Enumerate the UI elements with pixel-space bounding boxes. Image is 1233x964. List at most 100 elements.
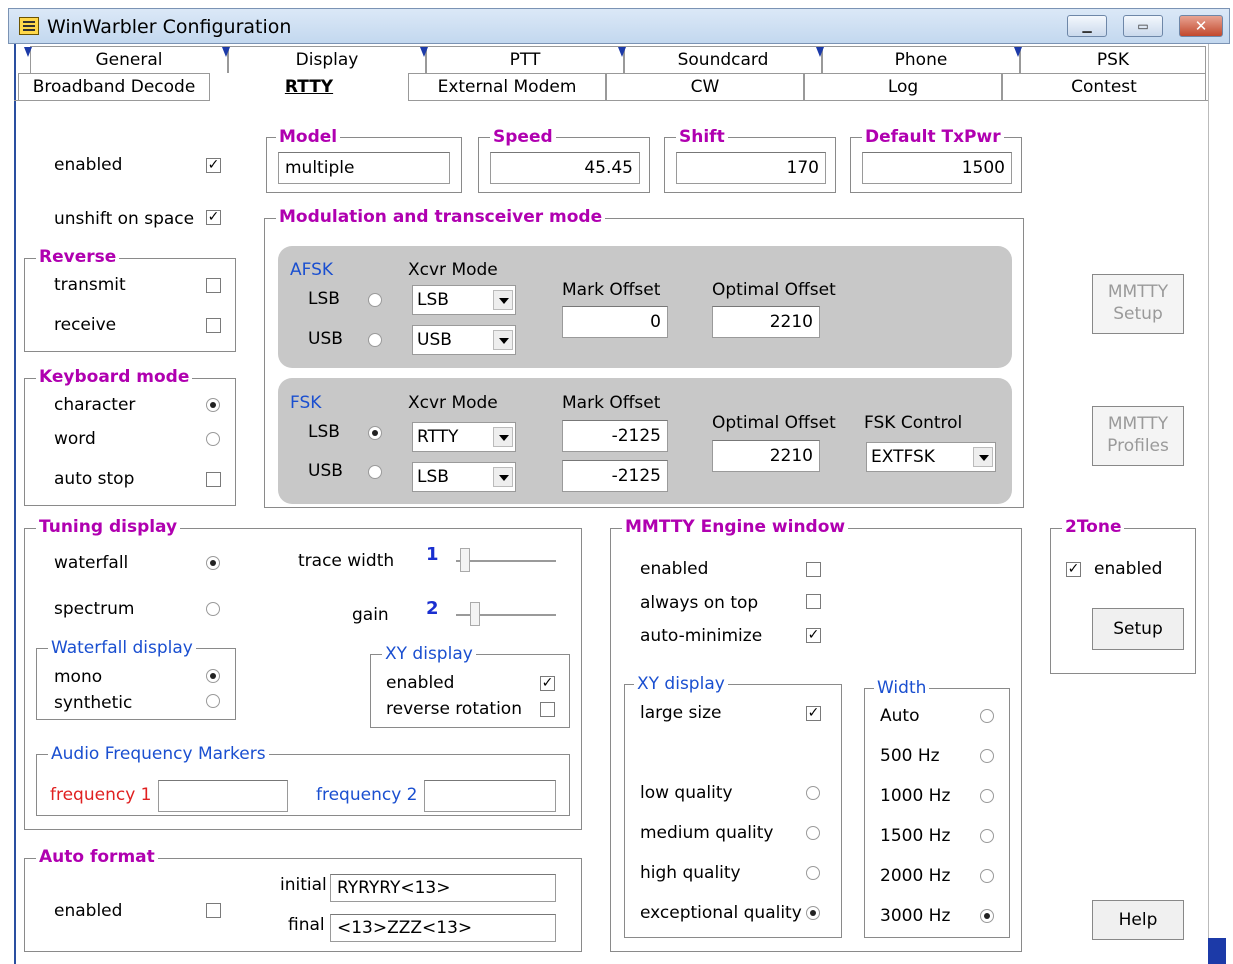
- auto-format-enabled-checkbox[interactable]: [206, 903, 221, 918]
- keyboard-mode-legend: Keyboard mode: [36, 367, 193, 387]
- shift-input[interactable]: 170: [676, 152, 826, 184]
- width-1000-label: 1000 Hz: [880, 786, 951, 806]
- afsk-mark-offset-input[interactable]: 0: [562, 306, 668, 338]
- afsk-usb-select[interactable]: USB: [412, 325, 516, 355]
- initial-input[interactable]: RYRYRY<13>: [330, 874, 556, 902]
- width-1500-radio[interactable]: [980, 829, 994, 843]
- mmtty-setup-line1: MMTTY: [1107, 282, 1169, 302]
- fsk-control-select[interactable]: EXTFSK: [866, 442, 996, 472]
- model-input[interactable]: multiple: [278, 152, 450, 184]
- tab-general[interactable]: General: [30, 46, 228, 73]
- chevron-down-icon[interactable]: [493, 330, 513, 350]
- character-radio[interactable]: [206, 398, 220, 412]
- always-on-top-checkbox[interactable]: [806, 594, 821, 609]
- auto-minimize-checkbox[interactable]: ✓: [806, 628, 821, 643]
- gain-slider[interactable]: [470, 602, 480, 626]
- auto-stop-label: auto stop: [54, 469, 135, 489]
- frequency-1-input[interactable]: [158, 780, 288, 812]
- speed-input[interactable]: 45.45: [490, 152, 640, 184]
- reverse-rotation-checkbox[interactable]: [540, 702, 555, 717]
- fsk-lsb-select[interactable]: RTTY: [412, 422, 516, 452]
- tab-phone[interactable]: Phone: [822, 46, 1020, 73]
- afsk-lsb-radio[interactable]: [368, 293, 382, 307]
- tab-log[interactable]: Log: [804, 73, 1002, 100]
- fsk-usb-select[interactable]: LSB: [412, 462, 516, 492]
- tab-ptt[interactable]: PTT: [426, 46, 624, 73]
- tab-external-modem[interactable]: External Modem: [408, 73, 606, 100]
- chevron-down-icon[interactable]: [493, 290, 513, 310]
- fsk-mark-offset-lsb-input[interactable]: -2125: [562, 420, 668, 452]
- afsk-lsb-select[interactable]: LSB: [412, 285, 516, 315]
- fsk-lsb-radio[interactable]: [368, 426, 382, 440]
- synthetic-label: synthetic: [54, 693, 133, 713]
- xy-enabled-checkbox[interactable]: ✓: [540, 676, 555, 691]
- large-size-label: large size: [640, 703, 722, 723]
- chevron-down-icon[interactable]: [493, 467, 513, 487]
- two-tone-enabled-checkbox[interactable]: ✓: [1066, 562, 1081, 577]
- tab-broadband-decode[interactable]: Broadband Decode: [18, 73, 210, 100]
- mono-radio[interactable]: [206, 669, 220, 683]
- tab-psk[interactable]: PSK: [1020, 46, 1206, 73]
- tab-cw[interactable]: CW: [606, 73, 804, 100]
- width-2000-radio[interactable]: [980, 869, 994, 883]
- waterfall-radio[interactable]: [206, 556, 220, 570]
- app-icon[interactable]: [19, 17, 39, 35]
- fsk-mark-offset-usb-input[interactable]: -2125: [562, 460, 668, 492]
- large-size-checkbox[interactable]: ✓: [806, 706, 821, 721]
- title-bar[interactable]: WinWarbler Configuration ▁ ▭ ✕: [8, 8, 1230, 44]
- synthetic-radio[interactable]: [206, 694, 220, 708]
- medium-quality-radio[interactable]: [806, 826, 820, 840]
- low-quality-radio[interactable]: [806, 786, 820, 800]
- word-radio[interactable]: [206, 432, 220, 446]
- spectrum-radio[interactable]: [206, 602, 220, 616]
- frequency-1-label: frequency 1: [50, 785, 152, 805]
- audio-frequency-markers-legend: Audio Frequency Markers: [48, 744, 269, 764]
- mmtty-setup-button[interactable]: MMTTY Setup: [1092, 274, 1184, 334]
- tab-soundcard[interactable]: Soundcard: [624, 46, 822, 73]
- exceptional-quality-radio[interactable]: [806, 906, 820, 920]
- spectrum-label: spectrum: [54, 599, 135, 619]
- unshift-on-space-checkbox[interactable]: ✓: [206, 210, 221, 225]
- tab-display[interactable]: Display: [228, 46, 426, 73]
- fsk-usb-radio[interactable]: [368, 465, 382, 479]
- tuning-xy-display-legend: XY display: [382, 644, 476, 664]
- reverse-legend: Reverse: [36, 247, 120, 267]
- width-3000-radio[interactable]: [980, 909, 994, 923]
- minimize-button[interactable]: ▁: [1067, 15, 1107, 37]
- mmtty-profiles-line2: Profiles: [1107, 436, 1169, 456]
- receive-checkbox[interactable]: [206, 318, 221, 333]
- initial-label: initial: [280, 875, 327, 895]
- frequency-2-input[interactable]: [424, 780, 556, 812]
- chevron-down-icon[interactable]: [493, 427, 513, 447]
- scrollbar-thumb[interactable]: [1208, 938, 1226, 964]
- close-button[interactable]: ✕: [1179, 15, 1223, 37]
- final-input[interactable]: <13>ZZZ<13>: [330, 914, 556, 942]
- gain-label: gain: [352, 605, 389, 625]
- txpwr-input[interactable]: 1500: [862, 152, 1012, 184]
- width-auto-radio[interactable]: [980, 709, 994, 723]
- auto-minimize-label: auto-minimize: [640, 626, 763, 646]
- trace-width-slider[interactable]: [460, 548, 470, 572]
- two-tone-setup-button[interactable]: Setup: [1092, 608, 1184, 650]
- engine-enabled-checkbox[interactable]: [806, 562, 821, 577]
- high-quality-radio[interactable]: [806, 866, 820, 880]
- help-button[interactable]: Help: [1092, 900, 1184, 940]
- auto-stop-checkbox[interactable]: [206, 472, 221, 487]
- width-legend: Width: [874, 678, 930, 698]
- afsk-usb-radio[interactable]: [368, 333, 382, 347]
- mmtty-profiles-line1: MMTTY: [1107, 414, 1169, 434]
- tab-contest[interactable]: Contest: [1002, 73, 1206, 100]
- txpwr-legend: Default TxPwr: [862, 127, 1004, 147]
- trace-width-label: trace width: [298, 551, 395, 571]
- gain-value: 2: [426, 598, 439, 619]
- enabled-checkbox[interactable]: ✓: [206, 158, 221, 173]
- tab-baseline: [408, 100, 1208, 101]
- vertical-scrollbar[interactable]: [1208, 44, 1226, 964]
- transmit-checkbox[interactable]: [206, 278, 221, 293]
- tab-rtty[interactable]: RTTY: [210, 73, 408, 100]
- width-1000-radio[interactable]: [980, 789, 994, 803]
- mmtty-profiles-button[interactable]: MMTTY Profiles: [1092, 406, 1184, 466]
- chevron-down-icon[interactable]: [973, 447, 993, 467]
- maximize-button[interactable]: ▭: [1123, 15, 1163, 37]
- width-500-radio[interactable]: [980, 749, 994, 763]
